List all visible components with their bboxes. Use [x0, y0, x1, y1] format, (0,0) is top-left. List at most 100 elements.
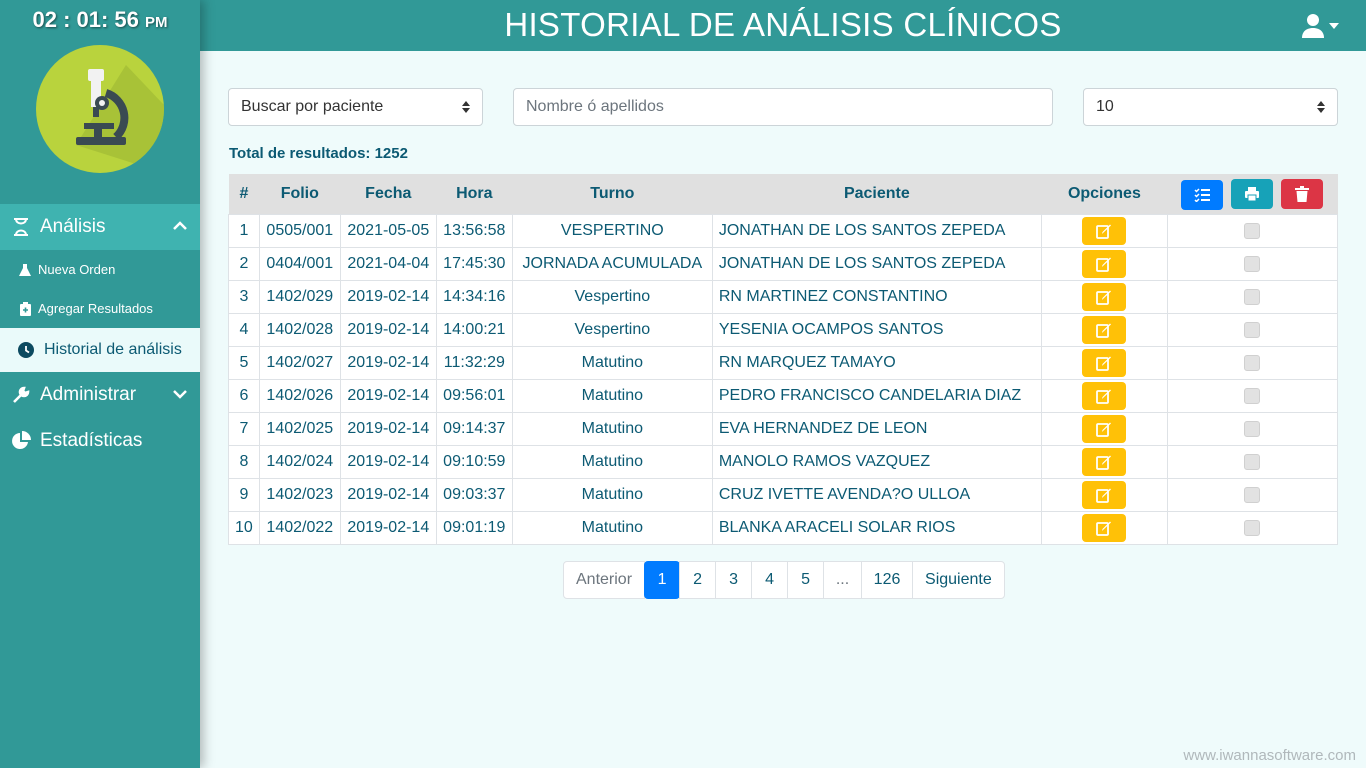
cell-select [1166, 247, 1339, 281]
pie-chart-icon [10, 430, 32, 452]
cell-number: 5 [228, 346, 260, 380]
cell-hora: 09:03:37 [435, 478, 513, 512]
cell-hora: 09:01:19 [435, 511, 513, 545]
trash-icon [1295, 185, 1310, 202]
page-size-select[interactable]: 10 [1083, 88, 1338, 126]
search-by-select[interactable]: Buscar por paciente [228, 88, 483, 126]
cell-select [1166, 346, 1339, 380]
sidebar-item-nueva-orden[interactable]: Nueva Orden [0, 250, 200, 289]
cell-fecha: 2021-05-05 [339, 214, 437, 248]
row-checkbox[interactable] [1244, 354, 1261, 371]
cell-select [1166, 478, 1339, 512]
cell-opciones [1040, 346, 1168, 380]
sidebar-item-analisis[interactable]: Análisis [0, 204, 200, 250]
edit-icon [1096, 422, 1112, 437]
select-arrows-icon [462, 101, 470, 113]
chevron-down-icon [173, 390, 187, 399]
cell-number: 7 [228, 412, 260, 446]
sidebar-menu: Análisis Nueva Orden Agregar Resultados … [0, 204, 200, 464]
search-by-value: Buscar por paciente [241, 98, 384, 115]
wrench-icon [10, 384, 32, 406]
row-checkbox[interactable] [1244, 321, 1261, 338]
pagination: Anterior 1 2 3 4 5 ... 126 Siguiente [563, 561, 1005, 599]
cell-paciente: EVA HERNANDEZ DE LEON [711, 412, 1042, 446]
cell-opciones [1040, 280, 1168, 314]
row-checkbox[interactable] [1244, 288, 1261, 305]
pagination-prev[interactable]: Anterior [563, 561, 646, 599]
patient-name-input[interactable]: Nombre ó apellidos [513, 88, 1053, 126]
chevron-up-icon [173, 221, 187, 230]
edit-button[interactable] [1082, 250, 1127, 278]
cell-turno: Matutino [511, 346, 713, 380]
cell-turno: Vespertino [511, 280, 713, 314]
cell-opciones [1040, 412, 1168, 446]
pagination-page-1[interactable]: 1 [644, 561, 681, 599]
pagination-page-last[interactable]: 126 [861, 561, 914, 599]
col-header-number: # [228, 174, 260, 215]
select-all-button[interactable] [1181, 179, 1224, 210]
cell-folio: 1402/027 [258, 346, 341, 380]
row-checkbox[interactable] [1244, 519, 1261, 536]
row-checkbox[interactable] [1244, 420, 1261, 437]
cell-hora: 17:45:30 [435, 247, 513, 281]
edit-button[interactable] [1082, 514, 1127, 542]
delete-button[interactable] [1281, 178, 1324, 209]
total-results: Total de resultados: 1252 [229, 145, 408, 162]
cell-folio: 1402/028 [258, 313, 341, 347]
sidebar-item-label: Análisis [40, 216, 106, 237]
pagination-page-2[interactable]: 2 [679, 561, 717, 599]
table-row: 4 1402/028 2019-02-14 14:00:21 Vespertino YES… [228, 313, 1339, 347]
sidebar-item-agregar-resultados[interactable]: Agregar Resultados [0, 289, 200, 328]
pagination-page-3[interactable]: 3 [715, 561, 753, 599]
pagination-next[interactable]: Siguiente [912, 561, 1005, 599]
cell-fecha: 2019-02-14 [339, 445, 437, 479]
edit-button[interactable] [1082, 448, 1127, 476]
edit-button[interactable] [1082, 316, 1127, 344]
col-header-tools [1167, 174, 1338, 215]
cell-folio: 1402/024 [258, 445, 341, 479]
row-checkbox[interactable] [1244, 486, 1261, 503]
row-checkbox[interactable] [1244, 387, 1261, 404]
edit-button[interactable] [1082, 283, 1127, 311]
row-checkbox[interactable] [1244, 255, 1261, 272]
edit-button[interactable] [1082, 382, 1127, 410]
row-checkbox[interactable] [1244, 453, 1261, 470]
cell-paciente: MANOLO RAMOS VAZQUEZ [711, 445, 1042, 479]
cell-paciente: RN MARTINEZ CONSTANTINO [711, 280, 1042, 314]
microscope-logo-icon [36, 45, 164, 173]
sidebar-item-historial[interactable]: Historial de análisis [0, 328, 200, 372]
cell-folio: 1402/026 [258, 379, 341, 413]
select-arrows-icon [1317, 101, 1325, 113]
col-header-hora: Hora [436, 174, 513, 215]
cell-select [1166, 313, 1339, 347]
pagination-page-4[interactable]: 4 [751, 561, 789, 599]
clock-icon [18, 342, 34, 358]
table-body: 1 0505/001 2021-05-05 13:56:58 VESPERTINO JON… [228, 214, 1339, 545]
sidebar-item-estadisticas[interactable]: Estadísticas [0, 418, 200, 464]
print-button[interactable] [1231, 178, 1274, 209]
pagination-page-5[interactable]: 5 [787, 561, 825, 599]
table-row: 9 1402/023 2019-02-14 09:03:37 Matutino CRUZ … [228, 478, 1339, 512]
cell-opciones [1040, 445, 1168, 479]
page-size-value: 10 [1096, 98, 1114, 115]
sidebar-item-label: Historial de análisis [44, 341, 182, 358]
edit-button[interactable] [1082, 349, 1127, 377]
cell-turno: VESPERTINO [511, 214, 713, 248]
cell-turno: Matutino [511, 445, 713, 479]
cell-number: 2 [228, 247, 260, 281]
edit-button[interactable] [1082, 481, 1127, 509]
edit-button[interactable] [1082, 217, 1127, 245]
cell-opciones [1040, 379, 1168, 413]
cell-select [1166, 379, 1339, 413]
cell-select [1166, 214, 1339, 248]
table-row: 5 1402/027 2019-02-14 11:32:29 Matutino RN MA… [228, 346, 1339, 380]
sidebar-item-administrar[interactable]: Administrar [0, 372, 200, 418]
edit-button[interactable] [1082, 415, 1127, 443]
edit-icon [1096, 488, 1112, 503]
cell-number: 10 [228, 511, 260, 545]
row-checkbox[interactable] [1244, 222, 1261, 239]
cell-folio: 1402/022 [258, 511, 341, 545]
cell-hora: 14:34:16 [435, 280, 513, 314]
cell-hora: 09:10:59 [435, 445, 513, 479]
user-menu-button[interactable] [1302, 14, 1342, 38]
